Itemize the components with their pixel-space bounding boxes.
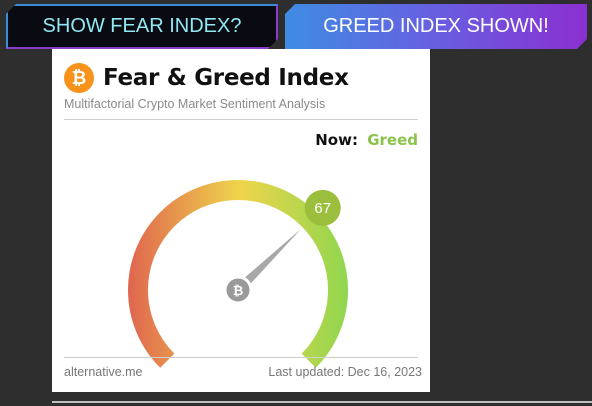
sentiment-gauge: ₿ 67 (128, 180, 348, 368)
footer-divider (64, 357, 418, 358)
show-fear-index-button[interactable]: SHOW FEAR INDEX? (6, 4, 278, 49)
last-updated: Last updated: Dec 16, 2023 (268, 365, 422, 379)
greed-index-shown-button[interactable]: GREED INDEX SHOWN! (285, 4, 587, 49)
page-divider (52, 401, 592, 403)
source-link[interactable]: alternative.me (64, 365, 143, 379)
index-value: 67 (314, 200, 331, 217)
fear-greed-widget: ₿ Fear & Greed Index Multifactorial Cryp… (52, 49, 430, 392)
hub-bitcoin-icon: ₿ (233, 284, 244, 299)
